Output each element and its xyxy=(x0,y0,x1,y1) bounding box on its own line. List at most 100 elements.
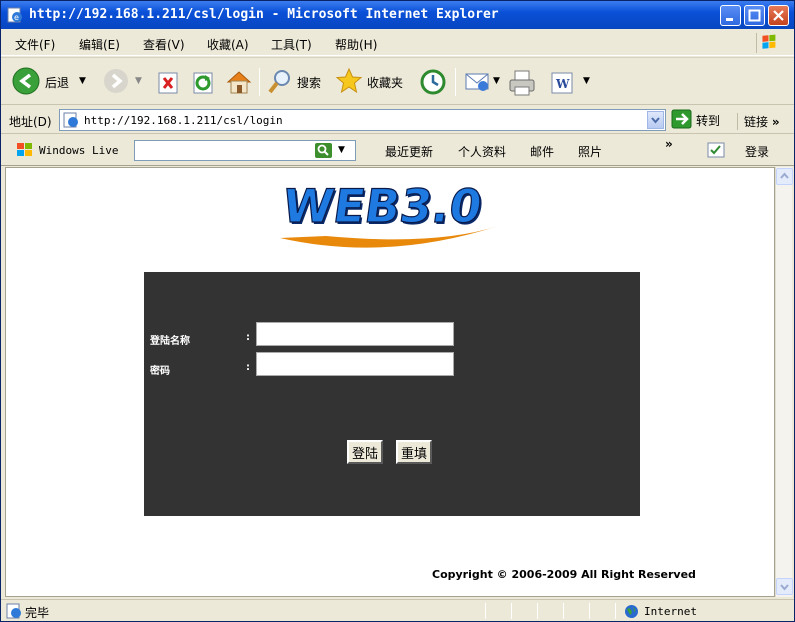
forward-button[interactable]: ▼ xyxy=(101,66,147,98)
menu-edit[interactable]: 编辑(E) xyxy=(79,36,120,53)
status-divider xyxy=(537,603,538,619)
stop-icon[interactable] xyxy=(156,66,180,98)
checklist-icon[interactable] xyxy=(707,142,725,158)
login-panel: 登陆名称 : 密码 : 登陆 重填 xyxy=(144,272,640,516)
search-icon xyxy=(268,70,290,94)
password-input[interactable] xyxy=(256,352,454,376)
browser-window: e http://192.168.1.211/csl/login - Micro… xyxy=(0,0,795,622)
menu-view[interactable]: 查看(V) xyxy=(143,36,185,53)
minimize-icon xyxy=(726,18,733,21)
address-input[interactable]: http://192.168.1.211/csl/login xyxy=(59,109,666,131)
favorites-button[interactable]: 收藏夹 xyxy=(335,66,411,98)
live-link-photos[interactable]: 照片 xyxy=(578,143,602,160)
windows-live-brand: Windows Live xyxy=(39,144,119,157)
web3-logo: WEB3.0 WEB3.0 xyxy=(279,180,498,248)
copyright-text: Copyright © 2006-2009 All Right Reserved xyxy=(432,568,696,581)
toolbar-separator xyxy=(455,68,456,96)
mail-dropdown-icon[interactable]: ▼ xyxy=(493,76,500,86)
username-label: 登陆名称 xyxy=(150,336,190,347)
menu-file[interactable]: 文件(F) xyxy=(15,36,55,53)
address-url: http://192.168.1.211/csl/login xyxy=(84,114,283,127)
standard-toolbar: 后退 ▼ ▼ 搜索 收藏夹 ▼ W ▼ xyxy=(1,57,794,105)
mail-icon xyxy=(465,73,489,91)
security-zone: Internet xyxy=(644,605,697,618)
live-search-dropdown-icon[interactable]: ▼ xyxy=(338,145,345,155)
live-search-input[interactable]: ▼ xyxy=(134,140,356,161)
vertical-scrollbar[interactable] xyxy=(775,167,793,597)
search-button[interactable]: 搜索 xyxy=(267,66,327,98)
live-link-recent[interactable]: 最近更新 xyxy=(385,143,433,160)
status-divider xyxy=(511,603,512,619)
maximize-button[interactable] xyxy=(744,5,765,26)
password-colon: : xyxy=(246,362,250,373)
username-input[interactable] xyxy=(256,322,454,346)
search-icon xyxy=(317,144,329,156)
reset-button[interactable]: 重填 xyxy=(396,440,433,464)
live-link-mail[interactable]: 邮件 xyxy=(530,143,554,160)
back-dropdown-icon[interactable]: ▼ xyxy=(79,76,86,86)
go-label: 转到 xyxy=(696,114,721,128)
maximize-icon xyxy=(748,9,761,22)
edit-dropdown-icon[interactable]: ▼ xyxy=(583,76,590,108)
menu-bar: 文件(F) 编辑(E) 查看(V) 收藏(A) 工具(T) 帮助(H) xyxy=(1,29,794,56)
svg-text:WEB3.0: WEB3.0 xyxy=(279,180,485,233)
go-button[interactable]: 转到 xyxy=(671,109,731,131)
back-arrow-icon xyxy=(12,67,40,95)
live-signin[interactable]: 登录 xyxy=(745,143,769,160)
live-more-icon[interactable]: » xyxy=(665,137,673,151)
search-label: 搜索 xyxy=(297,76,322,90)
minimize-button[interactable] xyxy=(720,5,741,26)
title-bar[interactable]: e http://192.168.1.211/csl/login - Micro… xyxy=(1,1,794,29)
live-link-profile[interactable]: 个人资料 xyxy=(458,143,506,160)
refresh-icon[interactable] xyxy=(191,66,215,98)
history-icon[interactable] xyxy=(419,66,447,98)
chevron-down-icon xyxy=(780,584,789,591)
page-content: WEB3.0 WEB3.0 登陆名称 : 密码 : 登陆 重填 Copyrigh… xyxy=(5,167,775,597)
close-icon xyxy=(773,10,784,21)
page-icon xyxy=(63,112,78,128)
forward-dropdown-icon[interactable]: ▼ xyxy=(135,76,142,86)
windows-logo-icon xyxy=(756,33,776,53)
links-label: 链接 xyxy=(744,115,769,129)
svg-text:W: W xyxy=(555,77,570,91)
svg-text:e: e xyxy=(14,13,19,22)
toolbar-separator xyxy=(259,68,260,96)
status-text: 完毕 xyxy=(25,606,50,620)
edit-word-icon[interactable]: W xyxy=(549,66,577,98)
menu-tools[interactable]: 工具(T) xyxy=(271,36,312,53)
windows-live-logo-icon xyxy=(17,143,32,156)
window-title: http://192.168.1.211/csl/login - Microso… xyxy=(29,7,499,22)
go-arrow-icon xyxy=(671,109,692,129)
status-bar: 完毕 Internet xyxy=(1,599,794,621)
mail-button[interactable]: ▼ xyxy=(463,66,507,98)
login-button[interactable]: 登陆 xyxy=(347,440,384,464)
page-done-icon xyxy=(6,603,21,619)
links-button[interactable]: 链接 » xyxy=(737,113,780,130)
scroll-up-button[interactable] xyxy=(776,168,793,185)
close-button[interactable] xyxy=(768,5,789,26)
address-dropdown-button[interactable] xyxy=(647,111,664,129)
status-divider xyxy=(563,603,564,619)
menu-help[interactable]: 帮助(H) xyxy=(335,36,377,53)
status-divider xyxy=(615,603,616,619)
menu-favorites[interactable]: 收藏(A) xyxy=(207,36,249,53)
favorites-star-icon xyxy=(335,67,363,94)
favorites-label: 收藏夹 xyxy=(367,76,404,90)
scroll-down-button[interactable] xyxy=(776,578,793,595)
home-icon[interactable] xyxy=(225,66,253,98)
address-label: 地址(D) xyxy=(9,115,52,129)
ie-page-icon: e xyxy=(7,7,22,23)
back-label: 后退 xyxy=(45,76,70,90)
username-colon: : xyxy=(246,332,250,343)
chevron-right-icon: » xyxy=(771,115,780,129)
live-search-button[interactable] xyxy=(315,143,332,158)
forward-arrow-icon xyxy=(104,69,128,93)
chevron-down-icon xyxy=(651,117,660,124)
internet-zone-icon xyxy=(625,605,638,618)
chevron-up-icon xyxy=(780,172,789,179)
print-icon[interactable] xyxy=(507,66,537,98)
back-button[interactable]: 后退 ▼ xyxy=(11,66,91,98)
windows-live-toolbar: Windows Live ▼ 最近更新 个人资料 邮件 照片 » 登录 xyxy=(1,135,794,166)
status-divider xyxy=(589,603,590,619)
address-bar: 地址(D) http://192.168.1.211/csl/login 转到 … xyxy=(1,106,794,134)
